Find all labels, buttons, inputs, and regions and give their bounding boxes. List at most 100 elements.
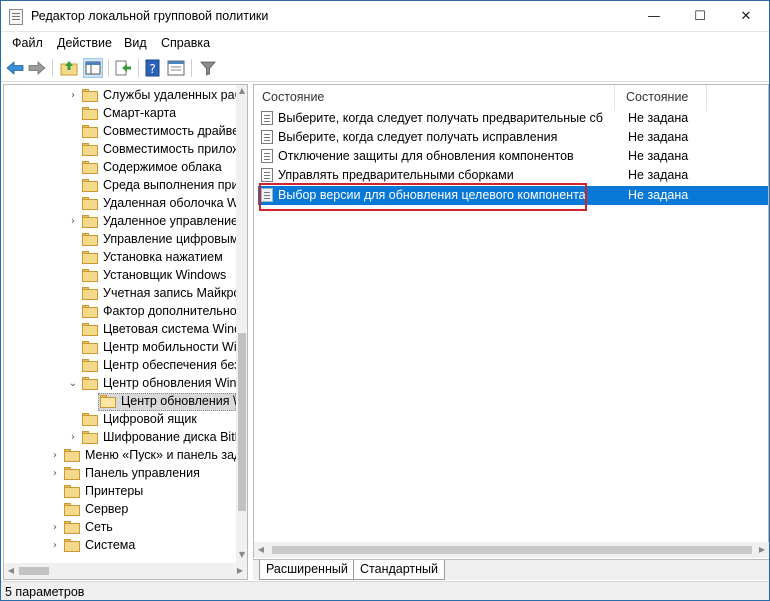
chevron-right-icon[interactable] — [68, 411, 78, 429]
chevron-right-icon[interactable] — [68, 231, 78, 249]
export-list-button[interactable] — [113, 58, 133, 78]
chevron-right-icon[interactable] — [50, 483, 60, 501]
tree-item[interactable]: › Сеть — [4, 519, 236, 537]
tree-item[interactable]: Совместимость прилож — [4, 141, 241, 159]
tree-item[interactable]: Смарт-карта — [4, 105, 236, 123]
minimize-icon: — — [647, 8, 661, 24]
tree-item[interactable]: › Удаленное управление — [4, 213, 238, 231]
chevron-right-icon[interactable] — [68, 195, 78, 213]
toolbar-separator — [108, 59, 109, 77]
console-tree[interactable]: › Службы удаленных раб Смарт-карта Совмести… — [3, 84, 248, 580]
tree-item[interactable]: Центр мобильности Wi — [4, 339, 237, 357]
chevron-right-icon[interactable] — [68, 105, 78, 123]
menu-view[interactable]: Вид — [124, 36, 147, 50]
column-header-setting[interactable]: Состояние — [262, 90, 324, 104]
tree-vertical-scrollbar[interactable]: ▲ ▼ — [236, 85, 247, 563]
filter-button[interactable] — [198, 58, 218, 78]
details-horizontal-scrollbar[interactable]: ◀ ▶ — [254, 542, 769, 558]
tree-item[interactable]: › Меню «Пуск» и панель зада — [4, 447, 247, 465]
tree-item[interactable]: Цветовая система Wind — [4, 321, 241, 339]
chevron-right-icon[interactable] — [68, 321, 78, 339]
chevron-right-icon[interactable]: › — [50, 537, 60, 555]
title-bar[interactable]: Редактор локальной групповой политики — … — [1, 1, 769, 32]
policy-row[interactable]: Управлять предварительными сборками Не за… — [258, 166, 768, 185]
tree-vscroll-thumb[interactable] — [238, 333, 246, 511]
chevron-right-icon[interactable]: › — [68, 429, 78, 447]
chevron-right-icon[interactable] — [68, 141, 78, 159]
column-header-state[interactable]: Состояние — [626, 90, 688, 104]
chevron-right-icon[interactable] — [68, 159, 78, 177]
chevron-right-icon[interactable]: › — [50, 465, 60, 483]
chevron-right-icon[interactable] — [68, 303, 78, 321]
policy-row[interactable]: Выберите, когда следует получать исправл… — [258, 128, 768, 147]
menu-file[interactable]: Файл — [12, 36, 43, 50]
tree-item-label: Цифровой ящик — [103, 412, 197, 426]
tree-item-label: Система — [85, 538, 136, 552]
chevron-right-icon[interactable]: › — [68, 213, 78, 231]
tree-item[interactable]: Учетная запись Майкро — [4, 285, 240, 303]
tree-item[interactable]: Центр обновления \ — [4, 393, 236, 411]
tree-item[interactable]: › Система — [4, 537, 236, 555]
tree-item[interactable]: Принтеры — [4, 483, 236, 501]
tree-item-label: Центр обновления \ — [121, 394, 237, 408]
chevron-right-icon[interactable]: › — [68, 87, 78, 105]
tree-item[interactable]: › Службы удаленных раб — [4, 87, 242, 105]
tree-item[interactable]: Удаленная оболочка W — [4, 195, 239, 213]
maximize-button[interactable]: ☐ — [677, 1, 723, 31]
details-hscroll-thumb[interactable] — [272, 546, 752, 554]
menu-help[interactable]: Справка — [161, 36, 210, 50]
policy-row[interactable]: Отключение защиты для обновления компоне… — [258, 147, 768, 166]
tree-horizontal-scrollbar[interactable]: ◀ ▶ — [4, 563, 247, 579]
tree-item[interactable]: Установщик Windows — [4, 267, 236, 285]
chevron-right-icon[interactable] — [68, 267, 78, 285]
scroll-left-icon[interactable]: ◀ — [255, 545, 267, 554]
chevron-down-icon[interactable]: ⌄ — [68, 375, 78, 393]
tree-item[interactable]: Совместимость драйве — [4, 123, 239, 141]
forward-button[interactable] — [27, 58, 47, 78]
tree-item[interactable]: Управление цифровым — [4, 231, 239, 249]
chevron-right-icon[interactable] — [50, 501, 60, 519]
show-hide-tree-button[interactable] — [83, 58, 103, 78]
scroll-down-icon[interactable]: ▼ — [236, 550, 247, 559]
back-button[interactable] — [5, 58, 25, 78]
chevron-right-icon[interactable]: › — [50, 519, 60, 537]
tree-item[interactable]: ⌄ Центр обновления Win — [4, 375, 236, 393]
chevron-right-icon[interactable] — [68, 177, 78, 195]
policy-name: Управлять предварительными сборками — [278, 168, 514, 182]
properties-button[interactable] — [166, 58, 186, 78]
tree-hscroll-thumb[interactable] — [19, 567, 49, 575]
tree-item-label: Сервер — [85, 502, 129, 516]
chevron-right-icon[interactable] — [68, 249, 78, 267]
tree-item[interactable]: Сервер — [4, 501, 236, 519]
tree-item[interactable]: › Шифрование диска BitL — [4, 429, 242, 447]
chevron-right-icon[interactable] — [68, 339, 78, 357]
policy-row[interactable]: Выбор версии для обновления целевого ком… — [258, 186, 768, 205]
tree-item[interactable]: Цифровой ящик — [4, 411, 236, 429]
chevron-right-icon[interactable] — [86, 393, 96, 411]
chevron-right-icon[interactable]: › — [50, 447, 60, 465]
scroll-right-icon[interactable]: ▶ — [756, 545, 768, 554]
tree-item[interactable]: Содержимое облака — [4, 159, 236, 177]
tab-standard[interactable]: Стандартный — [353, 560, 445, 580]
close-button[interactable]: ✕ — [723, 1, 769, 31]
menu-action[interactable]: Действие — [57, 36, 112, 50]
tree-item[interactable]: Фактор дополнительно — [4, 303, 237, 321]
help-button[interactable]: ? — [143, 58, 163, 78]
tab-extended[interactable]: Расширенный — [259, 560, 355, 580]
scroll-right-icon[interactable]: ▶ — [234, 566, 246, 575]
tree-item[interactable]: › Панель управления — [4, 465, 236, 483]
chevron-right-icon[interactable] — [68, 285, 78, 303]
details-pane[interactable]: Состояние Состояние Выберите, когда след… — [253, 84, 769, 558]
up-button[interactable] — [59, 58, 79, 78]
tree-item[interactable]: Центр обеспечения без — [4, 357, 240, 375]
chevron-right-icon[interactable] — [68, 123, 78, 141]
column-divider[interactable] — [706, 85, 707, 111]
minimize-button[interactable]: — — [631, 1, 677, 31]
scroll-left-icon[interactable]: ◀ — [5, 566, 17, 575]
tree-item[interactable]: Установка нажатием — [4, 249, 236, 267]
scroll-up-icon[interactable]: ▲ — [236, 86, 247, 95]
tree-item[interactable]: Среда выполнения при — [4, 177, 238, 195]
column-divider[interactable] — [614, 85, 615, 111]
chevron-right-icon[interactable] — [68, 357, 78, 375]
policy-row[interactable]: Выберите, когда следует получать предвар… — [258, 109, 768, 128]
